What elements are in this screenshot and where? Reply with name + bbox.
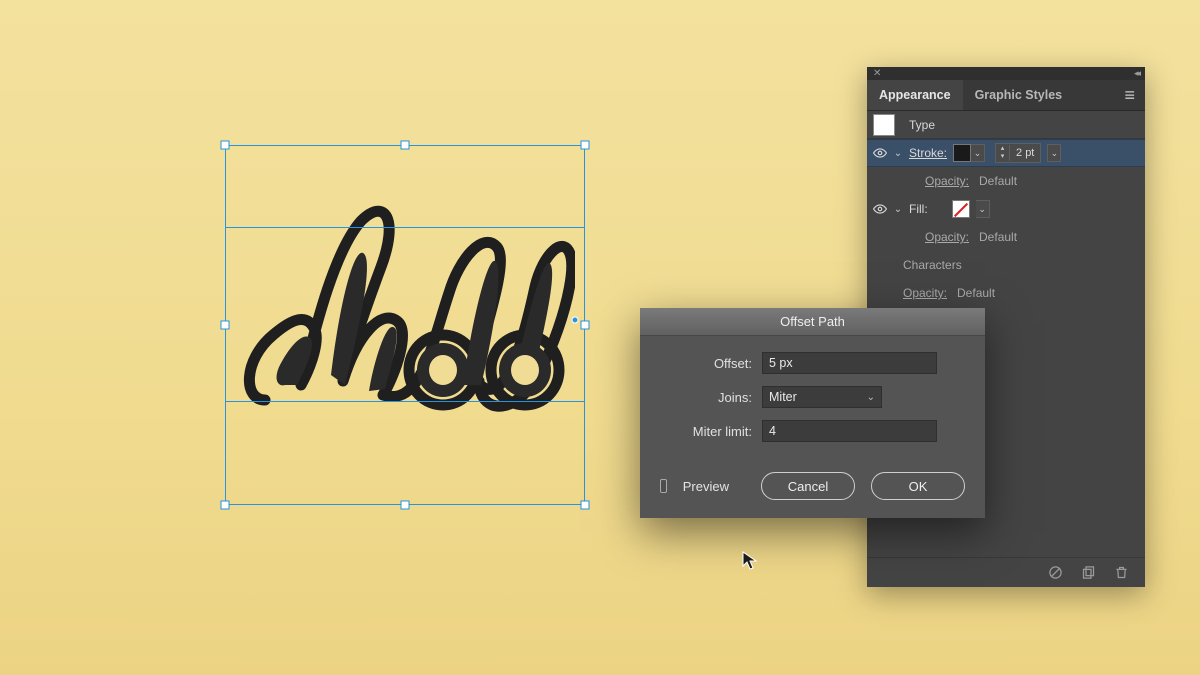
fill-color-swatch-none[interactable] [952, 200, 970, 218]
joins-select[interactable]: Miter ⌄ [762, 386, 882, 408]
global-opacity-label: Opacity: [903, 286, 947, 300]
selection-handle-nw[interactable] [221, 141, 230, 150]
trash-icon[interactable] [1114, 565, 1129, 580]
offset-path-dialog[interactable]: Offset Path Offset: Joins: Miter ⌄ Miter… [640, 308, 985, 518]
appearance-fill-row[interactable]: ⌄ Fill: ⌄ [867, 195, 1145, 223]
duplicate-icon[interactable] [1081, 565, 1096, 580]
selection-handle-w[interactable] [221, 321, 230, 330]
stroke-weight-dropdown-icon[interactable]: ⌄ [1047, 144, 1061, 162]
ok-button[interactable]: OK [871, 472, 965, 500]
stroke-label[interactable]: Stroke: [909, 146, 947, 160]
selection-handle-n[interactable] [401, 141, 410, 150]
joins-label: Joins: [662, 390, 752, 405]
stroke-color-swatch[interactable] [953, 144, 971, 162]
panel-titlebar[interactable]: ✕ ◂◂ [867, 67, 1145, 80]
offset-label: Offset: [662, 356, 752, 371]
tab-graphic-styles[interactable]: Graphic Styles [963, 80, 1075, 110]
visibility-eye-icon[interactable] [873, 202, 887, 216]
miter-limit-label: Miter limit: [662, 424, 752, 439]
stroke-weight-value: 2 pt [1010, 147, 1040, 159]
appearance-stroke-row[interactable]: ⌄ Stroke: ⌄ ▴▾ 2 pt ⌄ [867, 139, 1145, 167]
preview-label[interactable]: Preview [683, 479, 729, 494]
cancel-button[interactable]: Cancel [761, 472, 855, 500]
visibility-eye-icon[interactable] [873, 146, 887, 160]
preview-checkbox[interactable] [660, 479, 667, 493]
offset-input[interactable] [762, 352, 937, 374]
stroke-opacity-row[interactable]: Opacity: Default [867, 167, 1145, 195]
type-thumbnail-swatch [873, 114, 895, 136]
global-opacity-value: Default [957, 286, 995, 300]
no-symbol-icon[interactable] [1048, 565, 1063, 580]
expand-chevron-icon[interactable]: ⌄ [893, 204, 903, 215]
expand-chevron-icon[interactable]: ⌄ [893, 148, 903, 159]
selection-handle-s[interactable] [401, 501, 410, 510]
stroke-opacity-value: Default [979, 174, 1017, 188]
selection-handle-sw[interactable] [221, 501, 230, 510]
selection-handle-e[interactable] [581, 321, 590, 330]
dialog-title[interactable]: Offset Path [640, 308, 985, 336]
miter-limit-input[interactable] [762, 420, 937, 442]
selection-handle-ne[interactable] [581, 141, 590, 150]
fill-label: Fill: [909, 202, 928, 216]
selection-bounding-box[interactable] [225, 145, 585, 505]
selection-inner-frame [225, 227, 585, 402]
fill-opacity-value: Default [979, 230, 1017, 244]
stroke-color-dropdown-icon[interactable]: ⌄ [971, 144, 985, 162]
fill-opacity-label: Opacity: [925, 230, 969, 244]
type-label: Type [909, 118, 935, 132]
stroke-opacity-label: Opacity: [925, 174, 969, 188]
tab-appearance[interactable]: Appearance [867, 80, 963, 110]
fill-opacity-row[interactable]: Opacity: Default [867, 223, 1145, 251]
appearance-type-row: Type [867, 111, 1145, 139]
appearance-panel-footer [867, 557, 1145, 587]
chevron-down-icon: ⌄ [867, 392, 875, 403]
joins-value: Miter [769, 390, 797, 404]
characters-row[interactable]: Characters [867, 251, 1145, 279]
mouse-cursor-icon [742, 551, 758, 571]
path-anchor-point[interactable] [572, 317, 579, 324]
characters-label: Characters [903, 258, 962, 272]
global-opacity-row[interactable]: Opacity: Default [867, 279, 1145, 307]
close-icon[interactable]: ✕ [873, 68, 881, 79]
fill-color-dropdown-icon[interactable]: ⌄ [976, 200, 990, 218]
selection-handle-se[interactable] [581, 501, 590, 510]
panel-menu-icon[interactable]: ≡ [1114, 90, 1145, 100]
stroke-weight-stepper[interactable]: ▴▾ 2 pt [995, 143, 1041, 163]
collapse-icon[interactable]: ◂◂ [1134, 68, 1139, 79]
